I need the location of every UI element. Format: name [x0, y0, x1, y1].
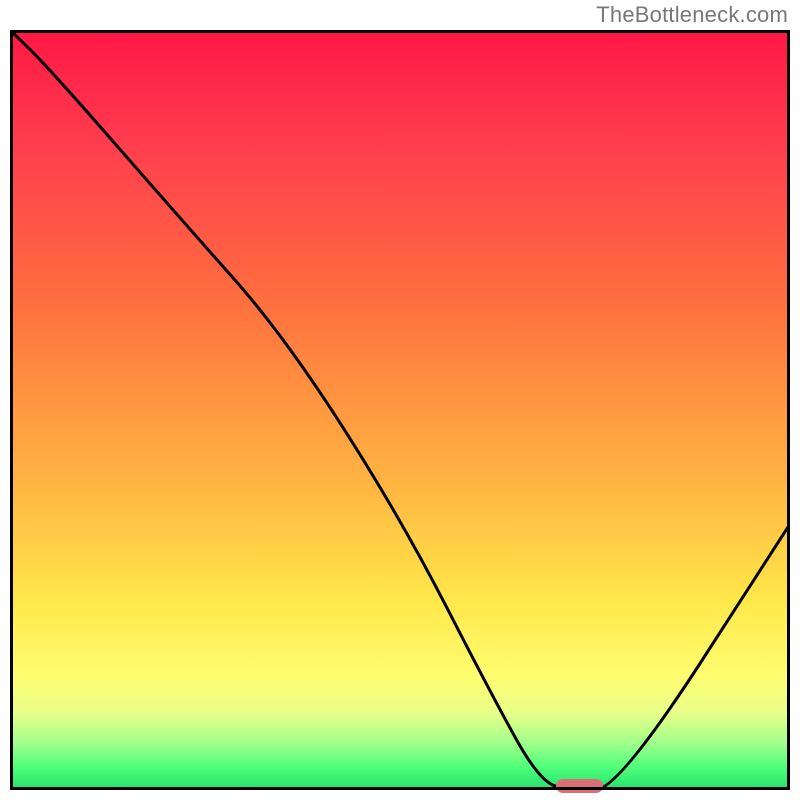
chart-frame: TheBottleneck.com: [0, 0, 800, 800]
watermark-text: TheBottleneck.com: [596, 2, 788, 28]
optimal-range-marker: [556, 779, 603, 793]
bottleneck-curve: [10, 30, 790, 790]
curve-path: [10, 30, 790, 790]
